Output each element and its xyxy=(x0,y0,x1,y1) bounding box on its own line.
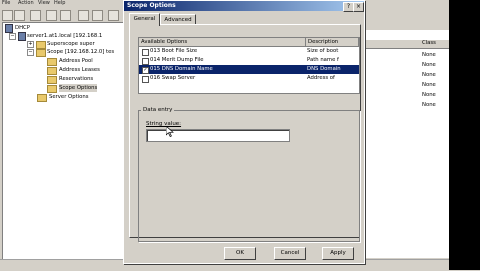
list-item[interactable]: 014 Merit Dump File Path name f xyxy=(139,56,359,65)
list-header: Available Options Description xyxy=(139,38,359,47)
back-icon[interactable] xyxy=(2,10,13,21)
folder-icon xyxy=(36,41,46,49)
forward-icon[interactable] xyxy=(14,10,25,21)
class-value: None xyxy=(422,102,436,108)
dialog-titlebar[interactable]: Scope Options ? × xyxy=(124,1,364,12)
options-icon xyxy=(47,85,57,93)
list-item[interactable]: 016 Swap Server Address of xyxy=(139,74,359,83)
server-icon xyxy=(18,32,26,41)
refresh-icon[interactable] xyxy=(78,10,89,21)
string-value-label: String value: xyxy=(146,121,182,127)
checkbox-checked[interactable]: ✓ xyxy=(142,67,149,74)
class-value: None xyxy=(422,52,436,58)
expand-icon[interactable]: + xyxy=(27,41,34,48)
close-button[interactable]: × xyxy=(353,2,364,12)
checkbox[interactable] xyxy=(142,58,149,65)
class-value: None xyxy=(422,82,436,88)
apply-button[interactable]: Apply xyxy=(322,247,354,260)
cancel-button[interactable]: Cancel xyxy=(274,247,306,260)
show-tree-icon[interactable] xyxy=(46,10,57,21)
class-value: None xyxy=(422,92,436,98)
scope-options-dialog: Scope Options ? × General Advanced Avail… xyxy=(123,0,365,264)
screen-edge xyxy=(449,0,480,270)
tab-general[interactable]: General xyxy=(129,13,160,26)
mouse-cursor-icon xyxy=(165,125,174,139)
class-value: None xyxy=(422,72,436,78)
menu-action[interactable]: Action xyxy=(18,0,34,6)
properties-icon[interactable] xyxy=(60,10,71,21)
class-value: None xyxy=(422,62,436,68)
data-entry-label: Data entry xyxy=(141,107,175,113)
column-description[interactable]: Description xyxy=(306,38,359,46)
export-icon[interactable] xyxy=(92,10,103,21)
collapse-icon[interactable]: − xyxy=(27,49,34,56)
toolbar xyxy=(0,9,125,23)
checkbox[interactable] xyxy=(142,76,149,83)
dhcp-icon xyxy=(5,24,13,33)
column-available-options[interactable]: Available Options xyxy=(139,38,306,46)
folder-icon xyxy=(47,58,57,66)
available-options-list[interactable]: Available Options Description 013 Boot F… xyxy=(138,37,360,94)
folder-icon xyxy=(36,49,46,57)
options-icon xyxy=(37,94,47,102)
checkbox[interactable] xyxy=(142,49,149,56)
folder-icon xyxy=(47,76,57,84)
console-tree: DHCP − server1.at1.local [192.168.1 + Su… xyxy=(2,22,127,260)
dialog-title: Scope Options xyxy=(127,2,176,9)
help-icon[interactable] xyxy=(108,10,119,21)
list-item-selected[interactable]: ✓ 015 DNS Domain Name DNS Domain xyxy=(139,65,359,74)
ok-button[interactable]: OK xyxy=(224,247,256,260)
folder-icon xyxy=(47,67,57,75)
menu-file[interactable]: File xyxy=(2,0,10,6)
up-icon[interactable] xyxy=(30,10,41,21)
list-item[interactable]: 013 Boot File Size Size of boot xyxy=(139,47,359,56)
menu-view[interactable]: View xyxy=(38,0,50,6)
menu-help[interactable]: Help xyxy=(54,0,65,6)
collapse-icon[interactable]: − xyxy=(9,33,16,40)
